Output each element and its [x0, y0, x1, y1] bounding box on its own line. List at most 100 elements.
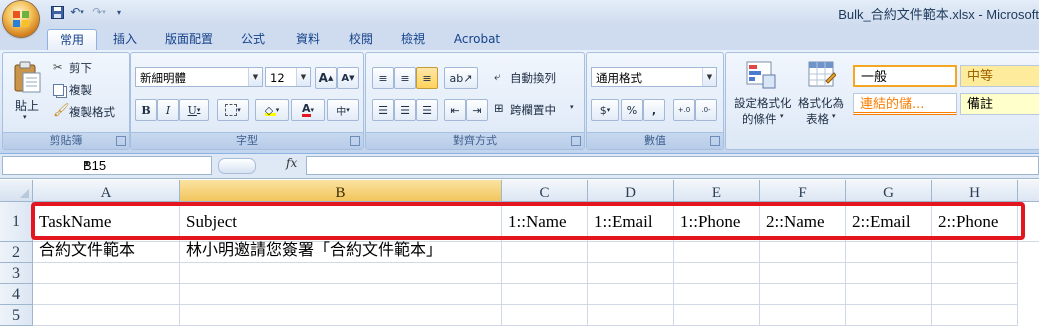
cell-f2[interactable]: [760, 242, 846, 263]
currency-button[interactable]: $ ▾: [591, 99, 619, 121]
format-as-table-button[interactable]: 格式化為 表格 ▾: [798, 57, 850, 127]
font-color-button[interactable]: A ▾: [291, 99, 325, 121]
cell-b5[interactable]: [180, 305, 502, 326]
phonetic-button[interactable]: 中 ▾: [327, 99, 359, 121]
row-header-4[interactable]: 4: [0, 284, 33, 305]
font-size-combo[interactable]: 12 ▼: [265, 67, 311, 87]
borders-button[interactable]: ▾: [217, 99, 249, 121]
cell-c5[interactable]: [502, 305, 588, 326]
column-header-e[interactable]: E: [674, 180, 760, 202]
cell-c2[interactable]: [502, 242, 588, 263]
cell-b4[interactable]: [180, 284, 502, 305]
align-middle-button[interactable]: ≡: [394, 67, 416, 89]
merge-center-button[interactable]: ⊞ 跨欄置中 ▾: [494, 99, 580, 119]
cell-f4[interactable]: [760, 284, 846, 305]
cell-style-neutral[interactable]: 中等: [960, 65, 1039, 87]
wrap-text-button[interactable]: ⤶ 自動換列: [494, 67, 580, 87]
tab-view[interactable]: 檢視: [390, 29, 436, 50]
column-header-g[interactable]: G: [846, 180, 932, 202]
row-header-2[interactable]: 2: [0, 242, 33, 263]
redo-icon[interactable]: ↷ ▾: [88, 3, 110, 21]
alignment-launcher-icon[interactable]: [571, 136, 581, 146]
number-launcher-icon[interactable]: [710, 136, 720, 146]
cell-e3[interactable]: [674, 263, 760, 284]
customize-qat-icon[interactable]: ▾: [110, 3, 128, 21]
decrease-indent-button[interactable]: ⇤: [444, 99, 466, 121]
tab-insert[interactable]: 插入: [104, 29, 146, 50]
cell-b2[interactable]: 林小明邀請您簽署「合約文件範本」: [180, 242, 502, 263]
increase-decimal-button[interactable]: +.0: [673, 99, 695, 121]
insert-function-button[interactable]: fx: [286, 156, 297, 170]
cell-a1[interactable]: TaskName: [33, 202, 180, 242]
format-painter-button[interactable]: 🖌 複製格式: [53, 103, 127, 121]
cell-i1[interactable]: [1018, 202, 1039, 242]
italic-button[interactable]: I: [157, 99, 179, 121]
column-header-h[interactable]: H: [932, 180, 1018, 202]
bold-button[interactable]: B: [135, 99, 157, 121]
column-header-d[interactable]: D: [588, 180, 674, 202]
shrink-font-button[interactable]: A ▼: [337, 67, 359, 89]
cell-d4[interactable]: [588, 284, 674, 305]
clipboard-launcher-icon[interactable]: [116, 136, 126, 146]
cell-g3[interactable]: [846, 263, 932, 284]
align-bottom-button[interactable]: ≡: [416, 67, 438, 89]
undo-icon[interactable]: ↶ ▾: [66, 3, 88, 21]
comma-button[interactable]: ,: [643, 99, 665, 121]
tab-acrobat[interactable]: Acrobat: [446, 29, 508, 50]
row-header-5[interactable]: 5: [0, 305, 33, 326]
column-header-next[interactable]: [1018, 180, 1039, 202]
cell-h1[interactable]: 2::Phone: [932, 202, 1018, 242]
cell-style-normal[interactable]: 一般: [853, 65, 957, 87]
cell-style-note[interactable]: 備註: [960, 93, 1039, 115]
cell-h3[interactable]: [932, 263, 1018, 284]
office-button[interactable]: [3, 1, 39, 37]
cell-a4[interactable]: [33, 284, 180, 305]
cell-e4[interactable]: [674, 284, 760, 305]
cell-f5[interactable]: [760, 305, 846, 326]
cell-g5[interactable]: [846, 305, 932, 326]
select-all-corner[interactable]: [0, 180, 33, 202]
copy-button[interactable]: 複製: [53, 81, 123, 99]
column-header-a[interactable]: A: [33, 180, 180, 202]
cell-c4[interactable]: [502, 284, 588, 305]
cut-button[interactable]: ✂ 剪下: [53, 59, 123, 77]
row-header-3[interactable]: 3: [0, 263, 33, 284]
cell-g4[interactable]: [846, 284, 932, 305]
number-format-combo[interactable]: 通用格式 ▼: [591, 67, 717, 87]
cell-h5[interactable]: [932, 305, 1018, 326]
tab-review[interactable]: 校閱: [338, 29, 384, 50]
font-launcher-icon[interactable]: [350, 136, 360, 146]
formula-input[interactable]: [306, 156, 1039, 175]
cell-f3[interactable]: [760, 263, 846, 284]
cell-b1[interactable]: Subject: [180, 202, 502, 242]
align-center-button[interactable]: ☰: [394, 99, 416, 121]
cell-a2[interactable]: 合約文件範本: [33, 242, 180, 263]
align-top-button[interactable]: ≡: [372, 67, 394, 89]
cell-f1[interactable]: 2::Name: [760, 202, 846, 242]
cell-style-linked-cell[interactable]: 連結的儲...: [853, 93, 957, 115]
cell-e1[interactable]: 1::Phone: [674, 202, 760, 242]
cell-e5[interactable]: [674, 305, 760, 326]
column-header-b[interactable]: B: [180, 180, 502, 202]
orientation-button[interactable]: ab↗: [444, 67, 478, 89]
paste-button[interactable]: 貼上 ▾: [9, 59, 45, 125]
column-header-f[interactable]: F: [760, 180, 846, 202]
cell-d5[interactable]: [588, 305, 674, 326]
cell-d1[interactable]: 1::Email: [588, 202, 674, 242]
cell-c1[interactable]: 1::Name: [502, 202, 588, 242]
cell-b3[interactable]: [180, 263, 502, 284]
cell-e2[interactable]: [674, 242, 760, 263]
cell-g1[interactable]: 2::Email: [846, 202, 932, 242]
name-box[interactable]: B15 ▼: [2, 156, 212, 175]
percent-button[interactable]: %: [621, 99, 643, 121]
cell-h4[interactable]: [932, 284, 1018, 305]
cell-a5[interactable]: [33, 305, 180, 326]
save-icon[interactable]: [48, 3, 66, 21]
column-header-c[interactable]: C: [502, 180, 588, 202]
tab-home[interactable]: 常用: [47, 29, 97, 51]
cell-a3[interactable]: [33, 263, 180, 284]
tab-page-layout[interactable]: 版面配置: [157, 29, 221, 50]
circle-handle-icon[interactable]: [218, 158, 256, 174]
grow-font-button[interactable]: A ▲: [315, 67, 337, 89]
decrease-decimal-button[interactable]: .0-: [695, 99, 717, 121]
